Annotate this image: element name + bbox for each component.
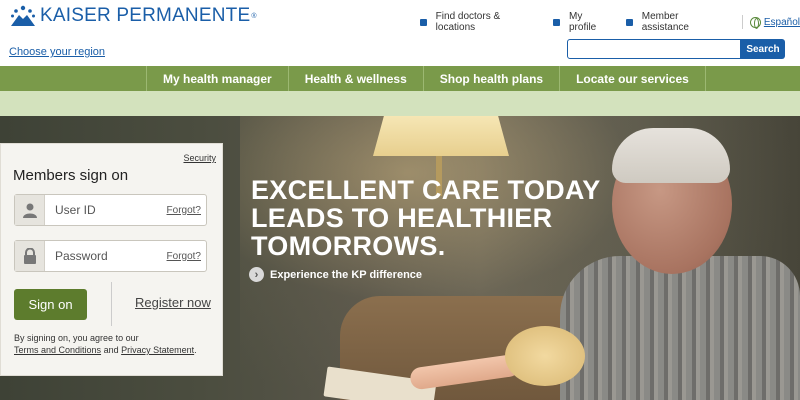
forgot-password-link[interactable]: Forgot? bbox=[167, 251, 201, 262]
logo-text: KAISER PERMANENTE bbox=[40, 5, 251, 26]
site-header: KAISER PERMANENTE ® Find doctors & locat… bbox=[0, 0, 800, 66]
sign-on-title: Members sign on bbox=[13, 167, 129, 184]
register-now-link[interactable]: Register now bbox=[135, 295, 211, 310]
sub-nav-bar bbox=[0, 91, 800, 116]
util-link-member-assistance[interactable]: Member assistance bbox=[626, 11, 724, 33]
language-link-espanol[interactable]: Español bbox=[764, 17, 800, 28]
kp-logo-icon bbox=[11, 5, 35, 26]
kaiser-logo[interactable]: KAISER PERMANENTE ® bbox=[10, 5, 257, 27]
lamp-image bbox=[373, 116, 509, 156]
disclaimer-text: By signing on, you agree to our bbox=[14, 333, 139, 343]
cta-label: Experience the KP difference bbox=[270, 268, 423, 281]
user-id-placeholder: User ID bbox=[55, 203, 96, 217]
hero-headline-line: LEADS TO HEALTHIER bbox=[251, 203, 553, 233]
disclaimer-end: . bbox=[194, 345, 197, 355]
util-link-label: Find doctors & locations bbox=[435, 11, 501, 33]
privacy-link[interactable]: Privacy Statement bbox=[121, 345, 194, 355]
square-bullet-icon bbox=[553, 18, 560, 26]
logo-registered-mark: ® bbox=[251, 12, 257, 20]
nav-item-health-wellness[interactable]: Health & wellness bbox=[287, 66, 423, 91]
nav-item-my-health-manager[interactable]: My health manager bbox=[146, 66, 288, 91]
main-nav-items: My health manager Health & wellness Shop… bbox=[146, 66, 706, 91]
child-hair bbox=[505, 326, 585, 386]
hero-headline: EXCELLENT CARE TODAY LEADS TO HEALTHIER … bbox=[251, 176, 611, 260]
util-link-my-profile[interactable]: My profile bbox=[553, 11, 610, 33]
nav-item-shop-health-plans[interactable]: Shop health plans bbox=[422, 66, 559, 91]
nav-item-locate-services[interactable]: Locate our services bbox=[559, 66, 706, 91]
globe-icon bbox=[750, 16, 761, 29]
user-id-field[interactable]: User ID Forgot? bbox=[14, 194, 207, 226]
password-field[interactable]: Password Forgot? bbox=[14, 240, 207, 272]
util-link-label: Member assistance bbox=[641, 11, 689, 33]
hero-headline-line: TOMORROWS. bbox=[251, 231, 446, 261]
main-nav: My health manager Health & wellness Shop… bbox=[0, 66, 800, 91]
search-button[interactable]: Search bbox=[741, 39, 785, 59]
utility-divider bbox=[742, 15, 744, 29]
sign-on-panel: Security Members sign on User ID Forgot?… bbox=[0, 143, 223, 376]
sign-on-button[interactable]: Sign on bbox=[14, 289, 87, 320]
util-link-label: My profile bbox=[568, 11, 597, 33]
sign-on-disclaimer: By signing on, you agree to our Terms an… bbox=[14, 332, 214, 356]
chevron-right-circle-icon: › bbox=[249, 267, 264, 282]
forgot-user-id-link[interactable]: Forgot? bbox=[167, 205, 201, 216]
utility-nav: Find doctors & locations My profile Memb… bbox=[420, 11, 800, 33]
vertical-divider bbox=[111, 282, 112, 326]
disclaimer-and: and bbox=[103, 345, 119, 355]
search-input[interactable] bbox=[567, 39, 741, 59]
user-icon bbox=[15, 195, 45, 225]
security-link[interactable]: Security bbox=[183, 153, 216, 163]
grandfather-shirt bbox=[560, 256, 800, 400]
square-bullet-icon bbox=[420, 18, 427, 26]
hero-headline-line: EXCELLENT CARE TODAY bbox=[251, 175, 601, 205]
square-bullet-icon bbox=[626, 18, 633, 26]
grandfather-hair bbox=[612, 128, 730, 183]
choose-region-link[interactable]: Choose your region bbox=[9, 46, 105, 58]
password-placeholder: Password bbox=[55, 249, 108, 263]
experience-kp-link[interactable]: › Experience the KP difference bbox=[249, 267, 422, 282]
util-link-find-doctors[interactable]: Find doctors & locations bbox=[420, 11, 537, 33]
terms-link[interactable]: Terms and Conditions bbox=[14, 345, 101, 355]
lock-icon bbox=[15, 241, 45, 271]
